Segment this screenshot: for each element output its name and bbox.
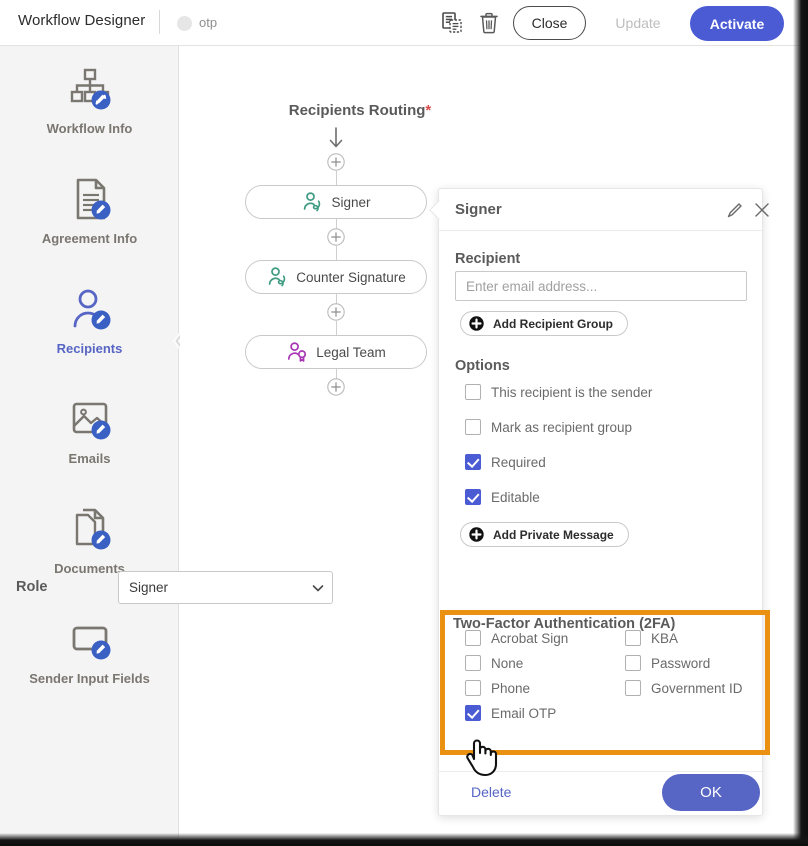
- required-marker: *: [425, 102, 432, 119]
- option-label: This recipient is the sender: [491, 384, 653, 400]
- options-section-title: Options: [455, 358, 510, 374]
- flow-node-signer[interactable]: Signer: [245, 185, 427, 219]
- option-label: Editable: [491, 489, 540, 505]
- left-sidebar: Workflow Info Agreement Info Recipients …: [0, 46, 179, 841]
- sidebar-item-label: Workflow Info: [46, 121, 133, 136]
- agreement-info-icon: [76, 178, 110, 220]
- add-recipient-step-button[interactable]: [327, 303, 345, 321]
- window-right-edge: [793, 0, 808, 846]
- sender-input-fields-icon: [72, 626, 110, 660]
- option-label: Mark as recipient group: [491, 419, 633, 435]
- plus-filled-icon: [469, 316, 484, 331]
- flow-node-counter-signature[interactable]: Counter Signature: [245, 260, 427, 294]
- option-required[interactable]: Required: [465, 454, 546, 470]
- delete-button[interactable]: Delete: [471, 784, 511, 800]
- option-editable[interactable]: Editable: [465, 489, 540, 505]
- pencil-icon[interactable]: [725, 200, 745, 220]
- sidebar-item-label: Sender Input Fields: [29, 671, 150, 686]
- flow-down-arrow-icon: [329, 127, 343, 148]
- flow-node-label: Counter Signature: [296, 269, 406, 285]
- recipient-section-title: Recipient: [455, 251, 521, 267]
- routing-title-text: Recipients Routing: [288, 102, 426, 119]
- role-label: Role: [16, 579, 48, 595]
- panel-header: Signer: [439, 189, 769, 231]
- counter-signature-icon: [268, 267, 286, 287]
- add-recipient-step-button[interactable]: [327, 153, 345, 171]
- ok-button[interactable]: OK: [662, 774, 760, 811]
- recipients-icon: [73, 289, 110, 330]
- sidebar-item-recipients[interactable]: Recipients: [0, 284, 179, 356]
- emails-icon: [72, 402, 110, 440]
- sidebar-item-agreement-info[interactable]: Agreement Info: [0, 174, 179, 246]
- sidebar-item-label: Agreement Info: [41, 231, 138, 246]
- documents-icon: [75, 508, 110, 550]
- workflow-designer-window: Workflow Designer otp Close Update Activ…: [0, 0, 803, 841]
- flow-node-legal-team[interactable]: Legal Team: [245, 335, 427, 369]
- twofa-section-title: Two-Factor Authentication (2FA): [453, 616, 676, 632]
- panel-title: Signer: [455, 201, 502, 218]
- routing-section-title: Recipients Routing*: [270, 102, 450, 119]
- add-recipient-group-label: Add Recipient Group: [493, 316, 613, 331]
- close-x-icon[interactable]: [752, 200, 772, 220]
- top-toolbar: Workflow Designer otp Close Update Activ…: [0, 0, 803, 46]
- option-mark-as-recipient-group[interactable]: Mark as recipient group: [465, 419, 632, 435]
- copy-document-icon[interactable]: [439, 10, 465, 36]
- panel-footer: Delete OK: [439, 771, 762, 815]
- checkbox[interactable]: [465, 384, 481, 400]
- option-label: Required: [491, 454, 546, 470]
- checkbox[interactable]: [465, 489, 481, 505]
- workflow-name-label: otp: [199, 15, 218, 30]
- flow-node-label: Legal Team: [316, 344, 386, 360]
- sidebar-item-label: Emails: [68, 451, 111, 466]
- trash-icon[interactable]: [476, 10, 502, 36]
- checkbox[interactable]: [465, 454, 481, 470]
- activate-button[interactable]: Activate: [690, 6, 784, 41]
- sidebar-item-documents[interactable]: Documents: [0, 504, 179, 576]
- title-divider: [159, 10, 160, 34]
- add-recipient-step-button[interactable]: [327, 228, 345, 246]
- legal-team-icon: [288, 342, 307, 362]
- update-button: Update: [600, 6, 676, 40]
- add-private-message-label: Add Private Message: [493, 527, 614, 542]
- plus-filled-icon: [469, 527, 484, 542]
- add-private-message-button[interactable]: Add Private Message: [460, 522, 629, 547]
- signer-icon: [304, 192, 321, 212]
- recipient-email-input[interactable]: [455, 271, 747, 301]
- sidebar-item-workflow-info[interactable]: Workflow Info: [0, 64, 179, 136]
- sidebar-item-label: Recipients: [56, 341, 123, 356]
- checkbox[interactable]: [465, 419, 481, 435]
- workflow-info-icon: [70, 68, 110, 110]
- add-recipient-group-button[interactable]: Add Recipient Group: [460, 311, 628, 336]
- flow-node-label: Signer: [331, 194, 371, 210]
- sidebar-item-emails[interactable]: Emails: [0, 394, 179, 466]
- window-bottom-edge: [0, 833, 808, 846]
- add-recipient-step-button[interactable]: [327, 378, 345, 396]
- close-button[interactable]: Close: [513, 6, 586, 40]
- sidebar-item-sender-input-fields[interactable]: Sender Input Fields: [0, 614, 179, 686]
- role-select[interactable]: Signer: [118, 571, 333, 604]
- page-title: Workflow Designer: [18, 12, 146, 29]
- workflow-status-dot: [177, 16, 192, 31]
- option-this-recipient-is-the-sender[interactable]: This recipient is the sender: [465, 384, 652, 400]
